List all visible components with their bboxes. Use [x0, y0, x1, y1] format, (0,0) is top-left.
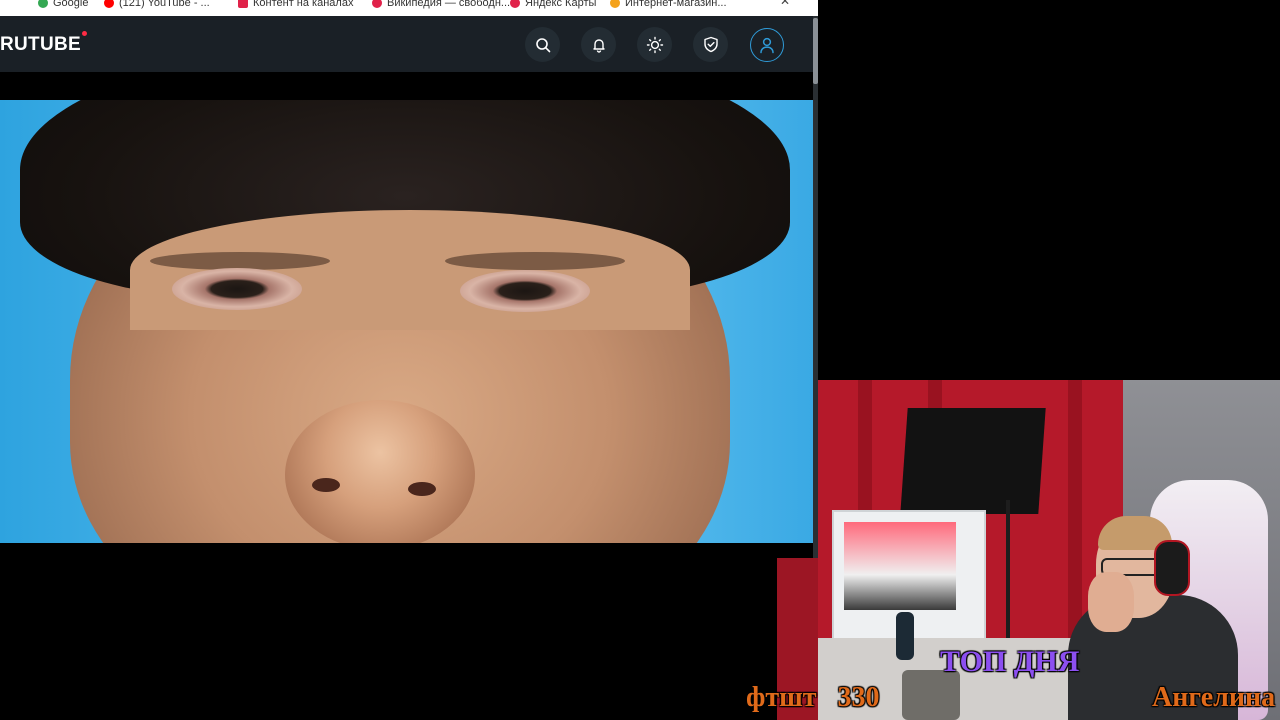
player-top-bar [0, 72, 813, 100]
bookmark-yandex-maps[interactable]: Яндекс Карты [510, 0, 596, 11]
logo-dot [81, 31, 87, 36]
video-frame-nostril-right [408, 482, 436, 496]
bookmark-wikipedia[interactable]: Википедия — свободн... [372, 0, 510, 11]
shield-check-icon [703, 36, 719, 53]
webcam-pc-internals [844, 522, 956, 610]
video-frame-nostril-left [312, 478, 340, 492]
top-donor-right-name: Ангелина [1152, 682, 1276, 713]
top-donor-left-name: фтшт [746, 682, 817, 713]
youtube-icon [104, 0, 114, 8]
search-button[interactable] [525, 27, 560, 62]
site-header: RUTUBE [0, 16, 813, 72]
rutube-logo[interactable]: RUTUBE [0, 31, 87, 56]
top-donor-left: фтшт 330 [746, 682, 880, 714]
map-pin-icon [510, 0, 520, 8]
webcam-microphone [896, 612, 914, 660]
bookmark-content[interactable]: Контент на каналах [238, 0, 353, 11]
shop-icon [610, 0, 620, 8]
theme-sun-icon [646, 36, 664, 54]
webcam-softbox [900, 408, 1046, 514]
scrollbar-thumb[interactable] [813, 18, 818, 84]
bookmark-shop[interactable]: Интернет-магазин... [610, 0, 727, 11]
search-icon [535, 37, 551, 53]
bell-icon [591, 37, 607, 53]
google-icon [38, 0, 48, 8]
bookmark-icon [238, 0, 248, 8]
notifications-button[interactable] [581, 27, 616, 62]
safety-button[interactable] [693, 27, 728, 62]
bookmark-google[interactable]: Google [38, 0, 88, 11]
top-donor-left-amount: 330 [837, 682, 880, 713]
webcam-headphones [1154, 540, 1190, 596]
profile-button[interactable] [750, 28, 784, 62]
video-frame-brow-right [445, 252, 625, 270]
video-frame-eye-left [172, 268, 302, 310]
wikipedia-icon [372, 0, 382, 8]
browser-bookmarks-bar: Google (121) YouTube - ... Контент на ка… [0, 0, 818, 17]
theme-toggle-button[interactable] [637, 27, 672, 62]
profile-icon [759, 36, 775, 54]
video-player[interactable] [0, 100, 813, 543]
close-icon[interactable]: ✕ [780, 0, 790, 8]
top-of-day-label: ТОП ДНЯ [940, 645, 1080, 678]
bookmark-youtube[interactable]: (121) YouTube - ... [104, 0, 210, 11]
video-frame-nose [285, 400, 475, 543]
video-frame-eye-right [460, 270, 590, 312]
webcam-streamer-hand [1088, 572, 1134, 632]
